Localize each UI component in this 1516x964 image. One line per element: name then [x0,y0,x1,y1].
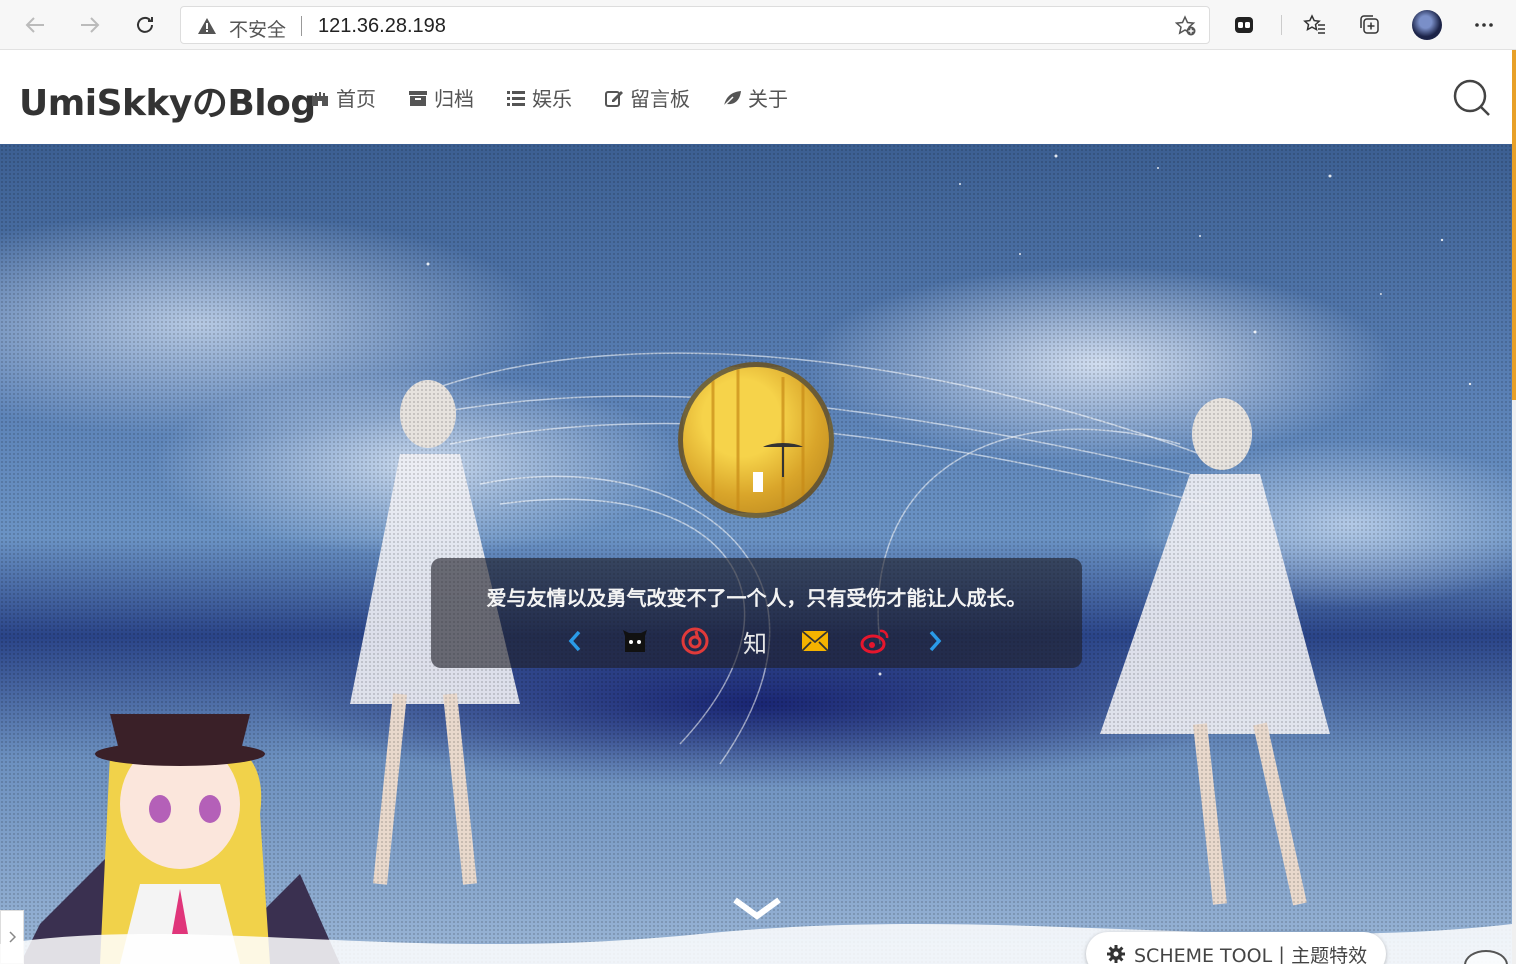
nav-item-archive[interactable]: 归档 [408,83,474,112]
mail-link[interactable] [798,624,832,658]
scrollbar-thumb[interactable] [1512,50,1516,400]
back-arrow-icon [25,17,44,33]
nav-label: 首页 [336,87,376,111]
zhihu-link[interactable]: 知 [738,624,772,658]
social-links: 知 [431,624,1082,658]
mail-icon [801,630,829,652]
scheme-tool-button[interactable]: SCHEME TOOL丨主题特效 [1086,932,1386,964]
quote-text: 爱与友情以及勇气改变不了一个人，只有受伤才能让人成长。 [486,586,1027,610]
collections-button[interactable] [1355,10,1385,40]
site-logo[interactable]: UmiSkkyのBlog [19,74,316,126]
back-button[interactable] [18,8,52,42]
toolbar-divider [1281,15,1282,35]
refresh-button[interactable] [128,8,162,42]
add-favorite-icon[interactable] [1175,15,1197,37]
nav-item-entertainment[interactable]: 娱乐 [506,83,572,112]
prev-button[interactable] [558,624,592,658]
favorites-button[interactable] [1300,10,1330,40]
profile-avatar[interactable] [1412,10,1442,40]
nav-item-about[interactable]: 关于 [722,83,788,112]
site-header: UmiSkkyのBlog 首页 归档 娱乐 留言板 关于 [0,50,1512,144]
leaf-icon [723,90,741,107]
favorites-icon [1303,14,1325,34]
gear-icon [1107,945,1125,963]
github-link[interactable] [618,624,652,658]
insecure-label: 不安全 [229,19,287,41]
url-text[interactable]: 121.36.28.198 [318,15,446,38]
netease-music-icon [681,627,709,655]
weibo-link[interactable] [858,624,892,658]
scheme-tool-label: SCHEME TOOL丨主题特效 [1134,944,1368,964]
avatar-illustration [711,367,805,513]
warning-icon [198,18,216,34]
blog-avatar[interactable] [678,362,834,518]
nav-item-guestbook[interactable]: 留言板 [604,83,690,112]
forward-button[interactable] [73,8,107,42]
edit-icon [605,90,623,107]
more-dots-icon [1475,23,1493,27]
nav-item-home[interactable]: 首页 [310,83,376,112]
weibo-icon [860,629,889,654]
refresh-icon [137,16,153,33]
address-bar[interactable]: 不安全 121.36.28.198 [180,6,1210,44]
scrollbar-track[interactable] [1512,400,1516,964]
prev-arrow-icon [568,630,581,652]
more-menu-button[interactable] [1469,10,1499,40]
address-separator [301,16,302,36]
collections-icon [1360,15,1379,34]
nav-label: 关于 [748,87,788,111]
nav-label: 留言板 [630,87,690,111]
castle-icon [312,91,328,106]
next-arrow-icon [929,630,942,652]
zhihu-icon: 知 [743,629,767,658]
main-nav: 首页 归档 娱乐 留言板 关于 [310,83,788,112]
forward-arrow-icon [81,17,100,33]
extension-button[interactable] [1229,10,1259,40]
nav-label: 娱乐 [532,87,572,111]
list-icon [507,90,525,106]
extension-icon [1235,17,1253,33]
quote-panel: 爱与友情以及勇气改变不了一个人，只有受伤才能让人成长。 知 [431,558,1082,668]
search-icon[interactable] [1452,78,1492,118]
hero-banner: 爱与友情以及勇气改变不了一个人，只有受伤才能让人成长。 知 SCHEME TOO… [0,144,1512,964]
netease-music-link[interactable] [678,624,712,658]
archive-icon [409,90,427,106]
next-button[interactable] [918,624,952,658]
browser-toolbar: 不安全 121.36.28.198 [0,0,1516,50]
github-icon [623,630,647,652]
nav-label: 归档 [434,87,474,111]
